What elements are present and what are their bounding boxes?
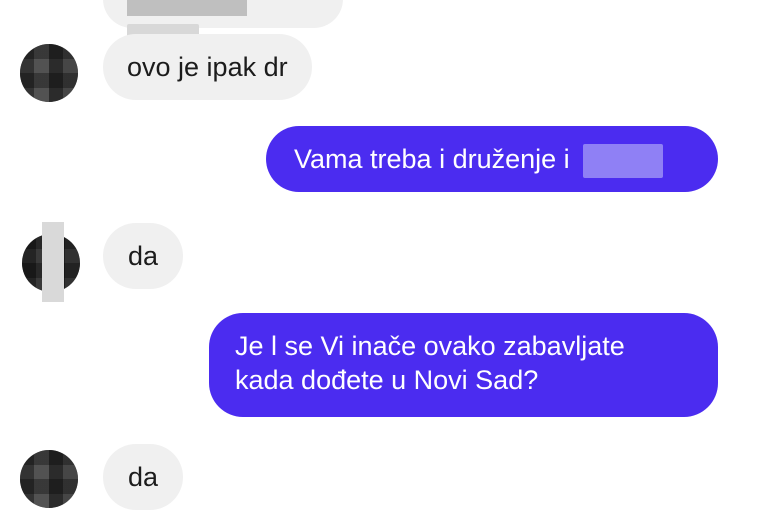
message-text-line: kada dođete u Novi Sad? [235,365,539,395]
avatar-censor-strip [42,222,64,302]
message-text: ovo je ipak dr [127,52,288,82]
message-text: Vama treba i druženje i [294,144,570,174]
message-bubble-incoming: ovo je ipak dr [103,34,312,100]
avatar-pixelated-image [20,44,78,102]
contact-avatar[interactable] [20,450,78,508]
avatar-pixelated-image [20,450,78,508]
message-text-line: Je l se Vi inače ovako zabavljate [235,331,625,361]
message-bubble-outgoing: Je l se Vi inače ovako zabavljate kada d… [209,313,718,417]
censored-text [127,0,247,16]
message-text: da [127,241,159,271]
message-thread: ovo je ipak dr Vama treba i druženje i d… [0,0,765,510]
message-bubble-incoming: da [103,223,183,289]
contact-avatar[interactable] [20,44,78,102]
censor-block [583,143,664,178]
message-text: da [127,462,159,492]
message-bubble-outgoing: Vama treba i druženje i [266,126,718,192]
message-bubble-incoming [103,0,343,50]
message-bubble-incoming: da [103,444,183,510]
